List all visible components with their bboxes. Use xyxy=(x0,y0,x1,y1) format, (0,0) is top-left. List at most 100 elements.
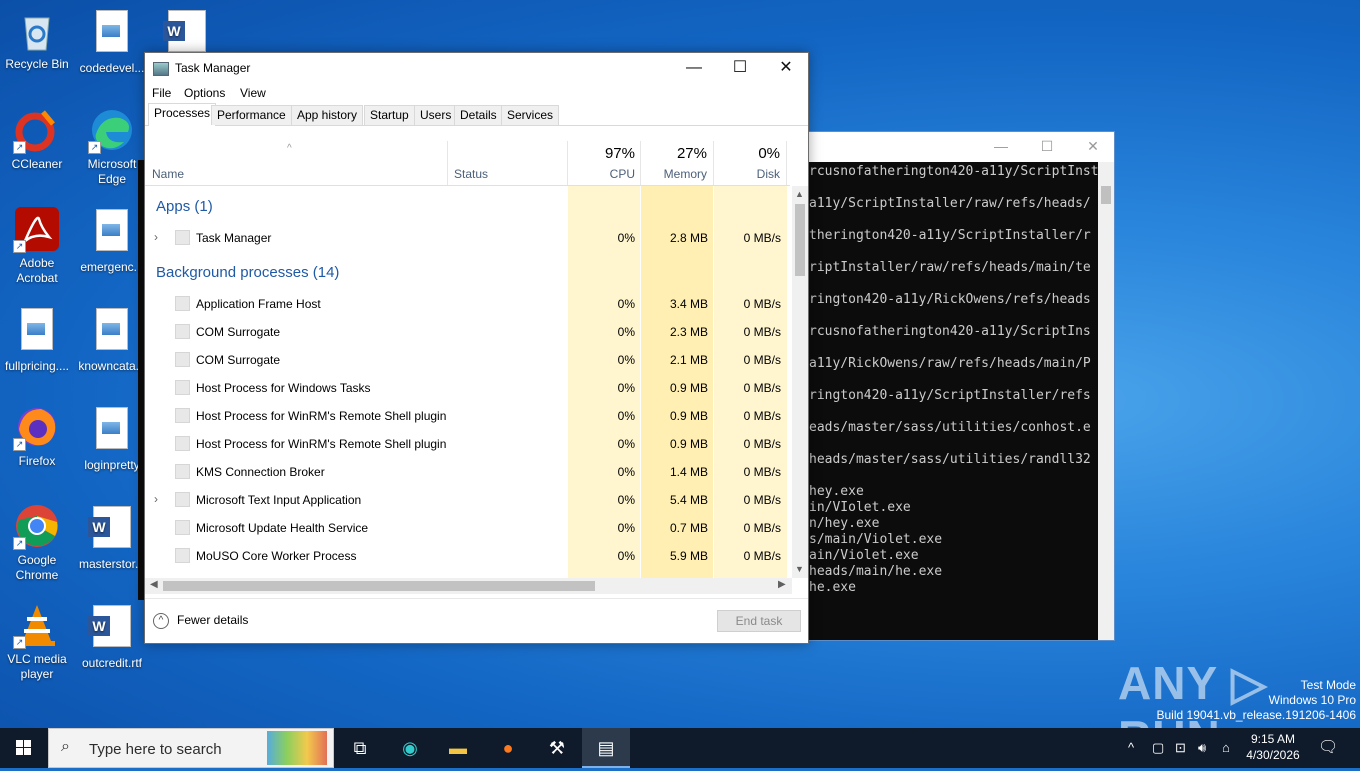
column-status[interactable]: Status xyxy=(454,167,488,181)
clock[interactable]: 9:15 AM 4/30/2026 xyxy=(1238,731,1308,763)
process-icon xyxy=(175,464,190,479)
tab-details[interactable]: Details xyxy=(454,105,503,125)
scroll-down-arrow-icon[interactable]: ▼ xyxy=(795,564,804,574)
process-name: Microsoft Update Health Service xyxy=(196,521,369,535)
console-scrollbar[interactable] xyxy=(1098,162,1114,640)
task-manager-taskbar-icon[interactable]: ▤ xyxy=(582,728,630,768)
adobe-acrobat-icon[interactable]: ↗ Adobe Acrobat xyxy=(0,205,74,286)
recycle-bin-icon[interactable]: Recycle Bin xyxy=(0,6,74,72)
notifications-icon[interactable]: 🗨︎ xyxy=(1318,728,1338,768)
edge-taskbar-icon[interactable]: ◉ xyxy=(386,728,434,768)
vertical-scroll-thumb[interactable] xyxy=(795,204,805,276)
process-row[interactable]: Application Frame Host 0% 3.4 MB 0 MB/s xyxy=(145,290,790,318)
process-row[interactable]: COM Surrogate 0% 2.3 MB 0 MB/s xyxy=(145,318,790,346)
column-divider[interactable] xyxy=(713,141,714,185)
horizontal-scrollbar[interactable]: ◀ ▶ xyxy=(145,578,792,594)
process-row[interactable]: Host Process for WinRM's Remote Shell pl… xyxy=(145,430,790,458)
column-disk[interactable]: Disk xyxy=(720,167,780,181)
close-button[interactable]: ✕ xyxy=(763,53,809,83)
expand-chevron-icon[interactable]: › xyxy=(154,230,158,244)
disk-total[interactable]: 0% xyxy=(720,145,780,162)
console-maximize-button[interactable]: ☐ xyxy=(1024,132,1070,162)
google-chrome-icon[interactable]: ↗ Google Chrome xyxy=(0,502,74,583)
search-box[interactable]: ⌕ Type here to search xyxy=(48,728,334,768)
task-manager-window[interactable]: Task Manager — ☐ ✕ File Options View Pro… xyxy=(144,52,809,644)
minimize-button[interactable]: — xyxy=(671,53,717,83)
language-icon[interactable]: ⌂ xyxy=(1222,728,1230,768)
tab-users[interactable]: Users xyxy=(414,105,458,125)
process-list[interactable]: Apps (1) › Task Manager 0% 2.8 MB 0 MB/s Backg… xyxy=(145,186,790,578)
column-divider[interactable] xyxy=(567,141,568,185)
column-name[interactable]: Name xyxy=(152,167,184,181)
console-window[interactable]: — ☐ ✕ rcusnofatherington420-a11y/ScriptI… xyxy=(780,131,1115,641)
menu-file[interactable]: File xyxy=(152,86,171,100)
process-cpu-value: 0% xyxy=(617,549,635,563)
scroll-left-arrow-icon[interactable]: ◀ xyxy=(150,579,158,590)
firefox-icon[interactable]: ↗ Firefox xyxy=(0,403,74,469)
fullpricing-file-icon[interactable]: fullpricing.... xyxy=(0,304,74,374)
process-mem-value: 2.8 MB xyxy=(669,231,708,245)
menu-options[interactable]: Options xyxy=(184,86,225,100)
console-titlebar[interactable]: — ☐ ✕ xyxy=(781,132,1114,162)
process-cpu-value: 0% xyxy=(617,353,635,367)
process-row[interactable]: KMS Connection Broker 0% 1.4 MB 0 MB/s xyxy=(145,458,790,486)
firefox-taskbar-icon[interactable]: ● xyxy=(484,728,532,768)
process-row[interactable]: Microsoft Update Health Service 0% 0.7 MB 0… xyxy=(145,514,790,542)
tab-app-history[interactable]: App history xyxy=(291,105,364,125)
scroll-right-arrow-icon[interactable]: ▶ xyxy=(778,579,786,590)
file-explorer-icon[interactable]: ▬ xyxy=(434,728,482,768)
column-divider[interactable] xyxy=(447,141,448,185)
vlc-icon[interactable]: ↗ VLC media player xyxy=(0,601,74,682)
ccleaner-icon[interactable]: ↗ CCleaner xyxy=(0,106,74,172)
pickaxe-app-icon[interactable]: ⚒ xyxy=(533,728,581,768)
menu-view[interactable]: View xyxy=(240,86,266,100)
start-button[interactable] xyxy=(0,728,48,768)
tab-processes[interactable]: Processes xyxy=(148,103,217,126)
expand-chevron-icon[interactable]: › xyxy=(154,492,158,506)
windows-build-info: Test Mode Windows 10 Pro Build 19041.vb_… xyxy=(1156,678,1357,722)
task-manager-titlebar[interactable]: Task Manager — ☐ ✕ xyxy=(145,53,808,83)
column-divider[interactable] xyxy=(640,141,641,185)
process-disk-value: 0 MB/s xyxy=(743,521,781,535)
process-row[interactable]: Host Process for WinRM's Remote Shell pl… xyxy=(145,402,790,430)
process-name: Host Process for WinRM's Remote Shell pl… xyxy=(196,409,447,423)
console-minimize-button[interactable]: — xyxy=(978,132,1024,162)
tab-performance[interactable]: Performance xyxy=(211,105,292,125)
process-icon xyxy=(175,230,190,245)
console-close-button[interactable]: ✕ xyxy=(1070,132,1116,162)
cpu-total[interactable]: 97% xyxy=(575,145,635,162)
console-line: rcusnofatherington420-a11y/ScriptIns xyxy=(809,324,1091,339)
scroll-up-arrow-icon[interactable]: ▲ xyxy=(795,189,804,199)
maximize-button[interactable]: ☐ xyxy=(717,53,763,83)
sort-arrow-icon: ^ xyxy=(287,143,292,154)
show-hidden-icons-chevron[interactable]: ^ xyxy=(1128,728,1134,768)
process-list-scrollbar[interactable]: ▲ ▼ xyxy=(792,186,808,578)
outcredit-word-icon[interactable]: W outcredit.rtf xyxy=(75,601,149,671)
column-divider[interactable] xyxy=(786,141,787,185)
tab-services[interactable]: Services xyxy=(501,105,560,125)
column-cpu[interactable]: CPU xyxy=(575,167,635,181)
process-row[interactable]: COM Surrogate 0% 2.1 MB 0 MB/s xyxy=(145,346,790,374)
process-row[interactable]: › Microsoft Text Input Application 0% 5.4 M… xyxy=(145,486,790,514)
codedevel-file-icon[interactable]: codedevel... xyxy=(75,6,149,76)
memory-total[interactable]: 27% xyxy=(645,145,707,162)
process-row[interactable]: Host Process for Windows Tasks 0% 0.9 MB 0 … xyxy=(145,374,790,402)
tab-startup[interactable]: Startup xyxy=(364,105,415,125)
task-view-icon[interactable]: ⧉ xyxy=(336,728,384,768)
volume-icon[interactable]: 🔊︎ xyxy=(1198,728,1206,768)
process-row[interactable]: MoUSO Core Worker Process 0% 5.9 MB 0 MB/s xyxy=(145,542,790,570)
horizontal-scroll-thumb[interactable] xyxy=(163,581,595,591)
tray-app-icon[interactable]: ▢ xyxy=(1152,728,1164,768)
process-mem-value: 3.4 MB xyxy=(669,297,708,311)
process-name: Host Process for WinRM's Remote Shell pl… xyxy=(196,437,447,451)
network-icon[interactable]: ⊡ xyxy=(1175,728,1186,768)
console-scroll-thumb[interactable] xyxy=(1101,186,1111,204)
end-task-button[interactable]: End task xyxy=(717,610,801,632)
process-disk-value: 0 MB/s xyxy=(743,325,781,339)
process-row[interactable]: › Task Manager 0% 2.8 MB 0 MB/s xyxy=(145,224,790,252)
column-memory[interactable]: Memory xyxy=(645,167,707,181)
process-cpu-value: 0% xyxy=(617,493,635,507)
console-line: rington420-a11y/ScriptInstaller/refs xyxy=(809,388,1091,403)
fewer-details-button[interactable]: ^ Fewer details xyxy=(153,613,248,629)
